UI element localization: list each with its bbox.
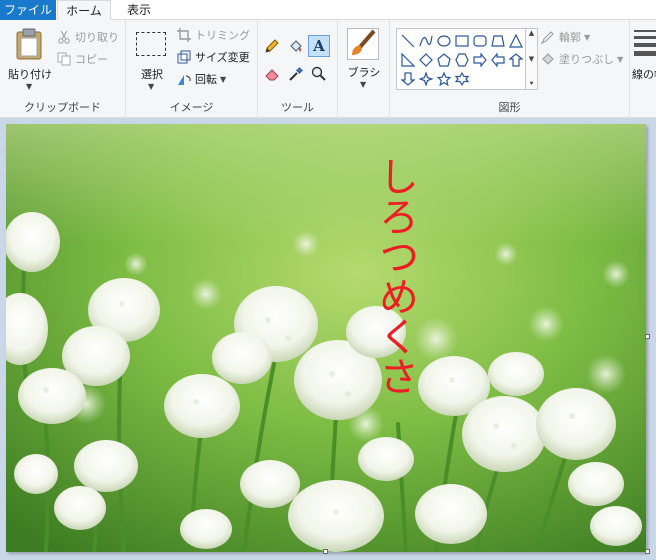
shapes-group: ▲ ▼ ⯆ 輪郭 ▼ 塗りつぶし ▼ 図形 — [390, 20, 630, 118]
text-icon[interactable]: A — [308, 35, 330, 57]
canvas-vertical-text: しろつめくさ — [372, 156, 418, 396]
five-point-star-shape-icon[interactable] — [435, 69, 453, 88]
color-picker-icon[interactable] — [288, 66, 304, 85]
up-arrow-shape-icon[interactable] — [507, 50, 525, 69]
fill-label: 塗りつぶし — [559, 53, 615, 66]
image-group: 選択 ▼ トリミング サイズ変更 回転 ▼ イメージ — [126, 20, 258, 118]
left-arrow-shape-icon[interactable] — [489, 50, 507, 69]
copy-icon — [56, 51, 72, 67]
paste-button[interactable]: 貼り付け ▼ — [6, 24, 52, 94]
shapes-gallery — [396, 28, 526, 90]
line-shape-icon[interactable] — [399, 31, 417, 50]
tab-file[interactable]: ファイル — [0, 0, 56, 20]
brush-label: ブラシ — [347, 66, 381, 79]
tools-group-label: ツール — [281, 101, 314, 114]
outline-pen-icon — [540, 29, 556, 45]
down-arrow-shape-icon[interactable] — [399, 69, 417, 88]
diamond-shape-icon[interactable] — [417, 50, 435, 69]
clover-photo — [6, 124, 646, 552]
cut-button[interactable]: 切り取り — [56, 28, 119, 46]
tab-view[interactable]: 表示 — [115, 0, 163, 20]
chevron-down-icon: ▼ — [617, 54, 624, 64]
tools-group: A ツール — [258, 20, 338, 118]
shapes-gallery-scroll[interactable]: ▲ ▼ ⯆ — [526, 28, 538, 90]
triangle-shape-icon[interactable] — [507, 31, 525, 50]
right-arrow-shape-icon[interactable] — [471, 50, 489, 69]
ribbon: 貼り付け ▼ 切り取り コピー クリップボード 選択 ▼ トリミング サイズ変更… — [0, 20, 656, 118]
chevron-down-icon: ▼ — [220, 74, 227, 84]
brush-button[interactable]: ブラシ ▼ — [342, 26, 386, 96]
size-group: 線の幅 — [630, 20, 656, 118]
select-button[interactable]: 選択 ▼ — [132, 24, 172, 94]
resize-icon — [176, 49, 192, 65]
copy-label: コピー — [75, 53, 108, 66]
oval-shape-icon[interactable] — [435, 31, 453, 50]
size-label: 線の幅 — [632, 68, 656, 81]
crop-icon — [176, 27, 192, 43]
clipboard-group: 貼り付け ▼ 切り取り コピー クリップボード — [0, 20, 126, 118]
crop-button[interactable]: トリミング — [176, 26, 250, 44]
six-point-star-shape-icon[interactable] — [453, 69, 471, 88]
select-label: 選択 — [141, 68, 163, 81]
four-point-star-shape-icon[interactable] — [417, 69, 435, 88]
clipboard-icon — [15, 28, 43, 63]
chevron-down-icon: ▼ — [148, 82, 155, 91]
cut-label: 切り取り — [75, 31, 119, 44]
resize-label: サイズ変更 — [195, 51, 250, 64]
canvas-image[interactable]: しろつめくさ — [6, 124, 646, 552]
pencil-icon[interactable] — [264, 38, 280, 57]
pentagon-shape-icon[interactable] — [435, 50, 453, 69]
chevron-up-icon[interactable]: ▲ — [529, 29, 534, 37]
brush-group: ブラシ ▼ — [338, 20, 390, 118]
rotate-button[interactable]: 回転 ▼ — [176, 70, 226, 88]
scissors-icon — [56, 29, 72, 45]
line-width-icon — [634, 30, 656, 56]
rounded-rectangle-shape-icon[interactable] — [471, 31, 489, 50]
brush-icon — [347, 28, 379, 60]
fill-bucket-icon[interactable] — [288, 38, 304, 57]
canvas-resize-handle-corner[interactable] — [645, 549, 650, 554]
fill-icon — [540, 51, 556, 67]
curve-shape-icon[interactable] — [417, 31, 435, 50]
rectangle-shape-icon[interactable] — [453, 31, 471, 50]
ribbon-tabs: ファイル ホーム 表示 — [0, 0, 656, 21]
magnifier-icon[interactable] — [311, 66, 327, 85]
polygon-shape-icon[interactable] — [489, 31, 507, 50]
eraser-icon[interactable] — [264, 66, 280, 85]
resize-button[interactable]: サイズ変更 — [176, 48, 250, 66]
rotate-icon — [176, 71, 192, 87]
canvas-resize-handle-right[interactable] — [645, 334, 650, 339]
selection-rectangle-icon — [136, 32, 166, 56]
fill-button[interactable]: 塗りつぶし ▼ — [540, 50, 623, 68]
clipboard-group-label: クリップボード — [24, 101, 101, 114]
outline-button[interactable]: 輪郭 ▼ — [540, 28, 590, 46]
copy-button[interactable]: コピー — [56, 50, 108, 68]
crop-label: トリミング — [195, 29, 250, 42]
expand-gallery-icon[interactable]: ⯆ — [529, 80, 535, 89]
chevron-down-icon: ▼ — [584, 32, 591, 42]
tab-home[interactable]: ホーム — [57, 0, 111, 21]
rotate-label: 回転 — [195, 73, 217, 86]
hexagon-shape-icon[interactable] — [453, 50, 471, 69]
outline-label: 輪郭 — [559, 31, 581, 44]
size-button[interactable]: 線の幅 — [632, 26, 656, 96]
chevron-down-icon: ▼ — [26, 82, 33, 91]
image-group-label: イメージ — [169, 101, 214, 114]
chevron-down-icon[interactable]: ▼ — [529, 55, 534, 63]
shapes-group-label: 図形 — [498, 101, 521, 114]
paste-label: 貼り付け — [8, 68, 52, 81]
right-triangle-shape-icon[interactable] — [399, 50, 417, 69]
chevron-down-icon: ▼ — [360, 80, 367, 89]
canvas-resize-handle-bottom[interactable] — [323, 549, 328, 554]
canvas-workspace: しろつめくさ — [0, 119, 656, 560]
